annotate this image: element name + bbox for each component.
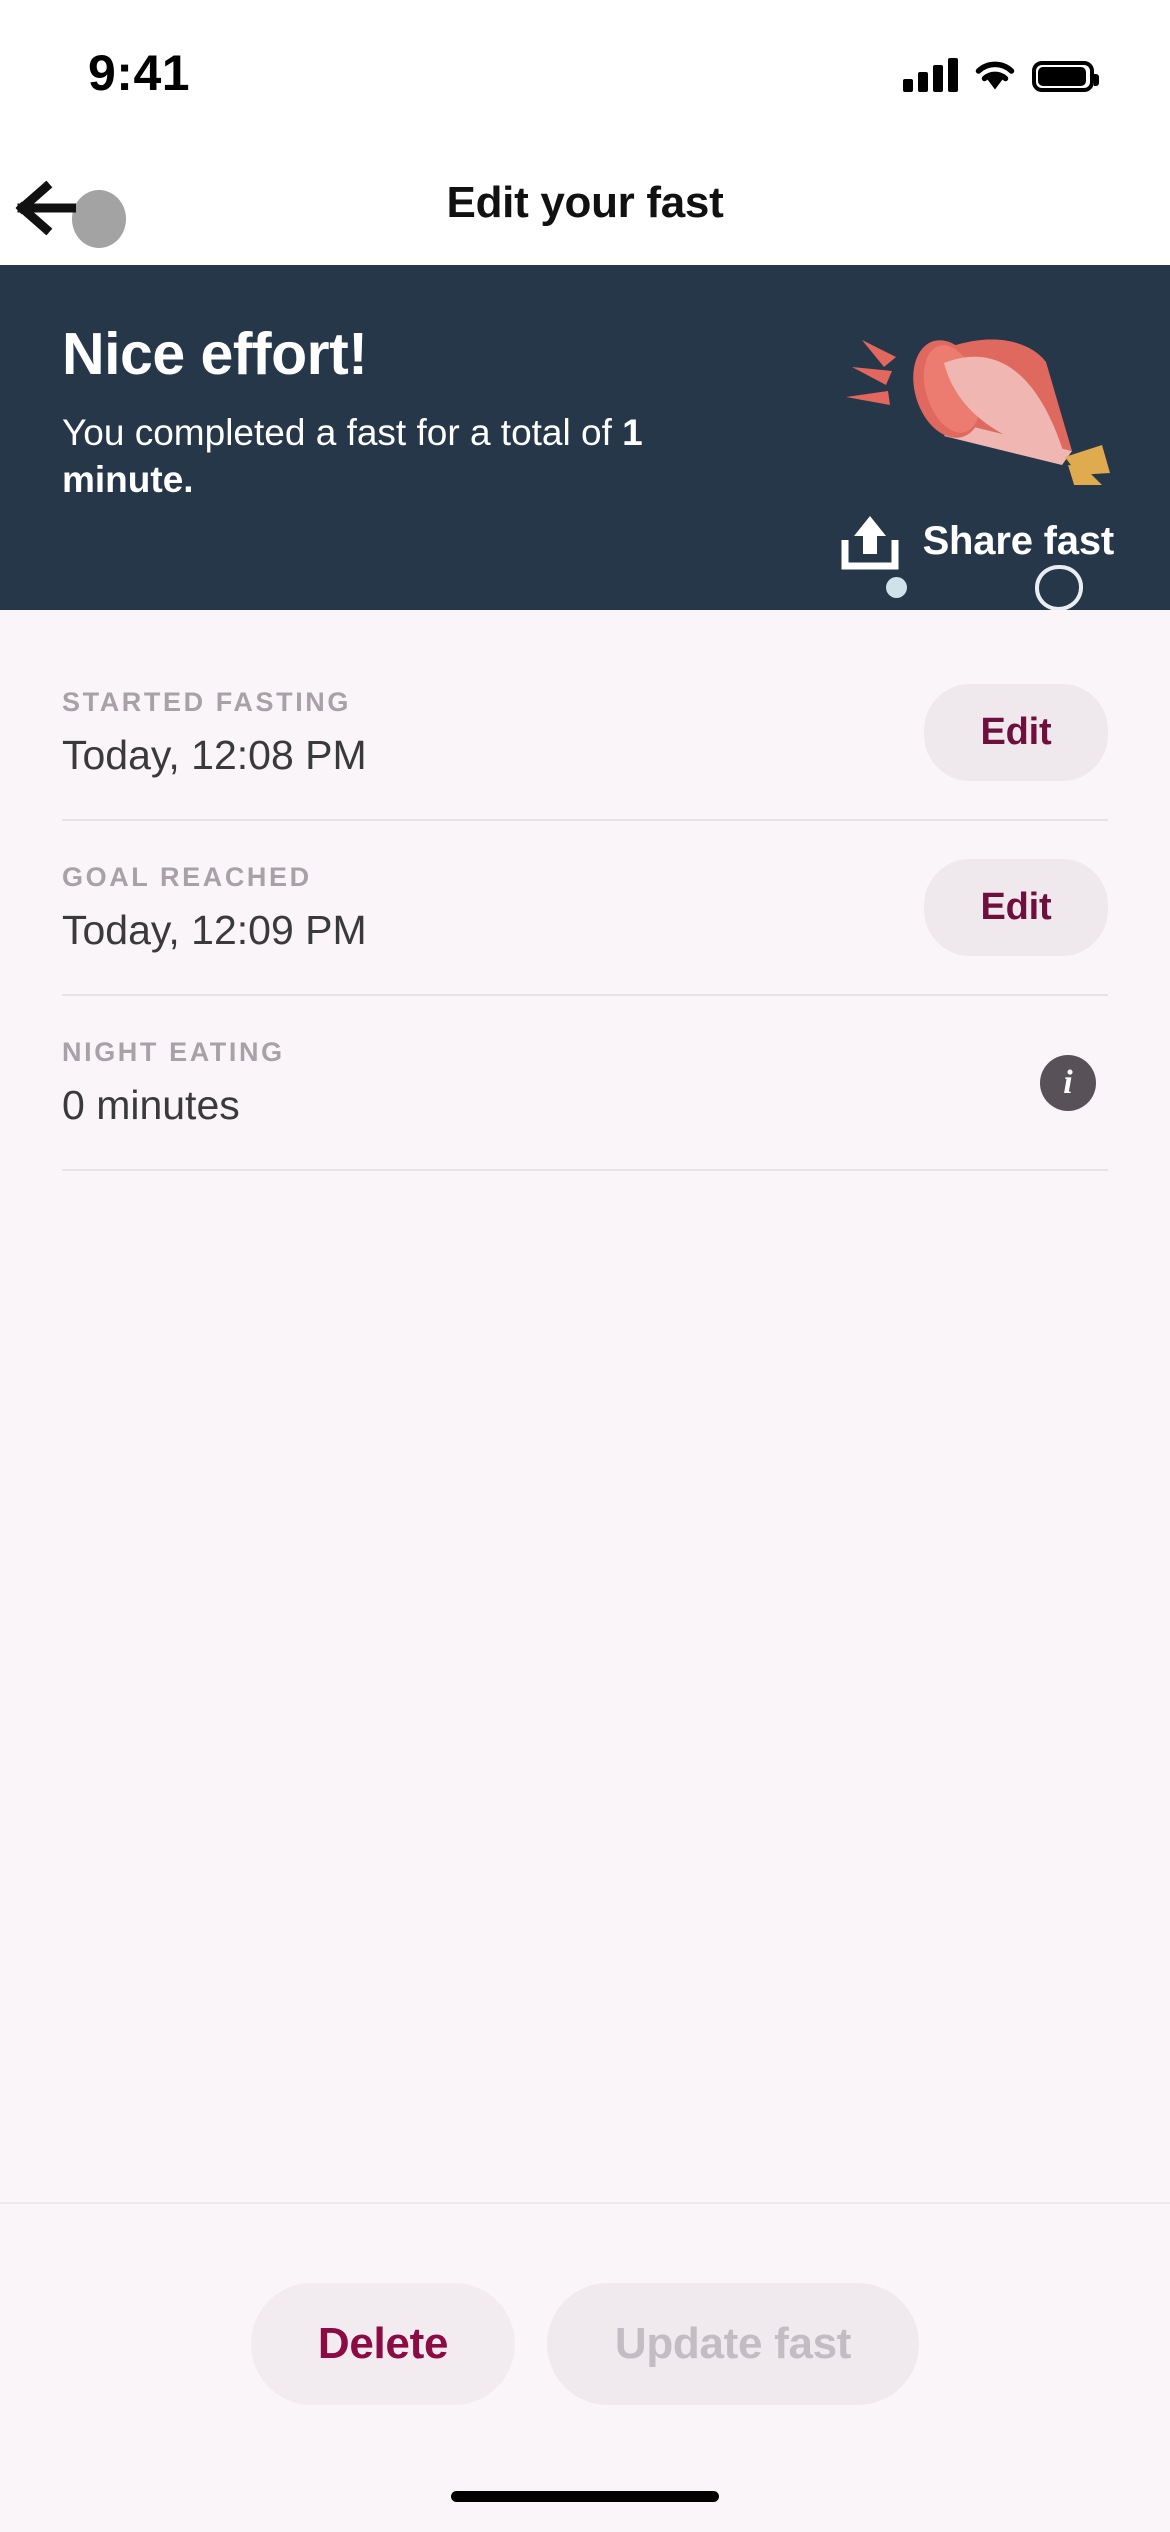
- hero-text-group: Nice effort! You completed a fast for a …: [62, 325, 722, 504]
- share-upload-icon: [841, 516, 899, 570]
- row-label: NIGHT EATING: [62, 1036, 285, 1067]
- wifi-icon: [974, 58, 1016, 92]
- table-row: NIGHT EATING 0 minutes i: [62, 996, 1108, 1171]
- row-value: 0 minutes: [62, 1081, 240, 1128]
- status-icons: [903, 48, 1099, 92]
- share-fast-button[interactable]: Share fast: [839, 510, 1114, 572]
- delete-button[interactable]: Delete: [251, 2283, 515, 2405]
- footer-action-bar: Delete Update fast: [0, 2202, 1170, 2532]
- navigation-bar: Edit your fast: [0, 150, 1170, 265]
- edit-started-fasting-button[interactable]: Edit: [924, 684, 1108, 781]
- info-icon[interactable]: i: [1040, 1054, 1096, 1111]
- table-row: GOAL REACHED Today, 12:09 PM Edit: [62, 821, 1108, 996]
- party-popper-icon: [840, 305, 1130, 491]
- touch-indicator-dot: [72, 190, 126, 248]
- signal-bars-icon: [903, 58, 958, 92]
- back-arrow-icon: [15, 180, 76, 236]
- celebration-banner: Nice effort! You completed a fast for a …: [0, 265, 1170, 610]
- app-root: 9:41 Edit your fast Nice effort! You com…: [0, 0, 1170, 2532]
- hero-title: Nice effort!: [62, 321, 368, 387]
- battery-full-icon: [1032, 61, 1099, 92]
- row-label: GOAL REACHED: [62, 861, 312, 892]
- home-indicator: [451, 2491, 719, 2502]
- details-content: STARTED FASTING Today, 12:08 PM Edit GOA…: [0, 610, 1170, 2202]
- row-label: STARTED FASTING: [62, 686, 352, 717]
- status-time: 9:41: [88, 45, 191, 101]
- row-text-group: NIGHT EATING 0 minutes: [62, 1037, 285, 1129]
- update-fast-button[interactable]: Update fast: [547, 2283, 919, 2405]
- status-bar: 9:41: [0, 0, 1170, 150]
- hero-subtitle-prefix: You completed a fast for a total of: [62, 412, 623, 453]
- row-value: Today, 12:09 PM: [62, 906, 367, 953]
- row-value: Today, 12:08 PM: [62, 731, 367, 778]
- row-text-group: GOAL REACHED Today, 12:09 PM: [62, 862, 367, 954]
- details-list: STARTED FASTING Today, 12:08 PM Edit GOA…: [0, 610, 1170, 1171]
- page-title: Edit your fast: [446, 178, 724, 227]
- confetti-dot: [886, 577, 907, 598]
- edit-goal-reached-button[interactable]: Edit: [924, 859, 1108, 956]
- table-row: STARTED FASTING Today, 12:08 PM Edit: [62, 646, 1108, 821]
- hero-subtitle-suffix: .: [183, 458, 194, 500]
- hero-subtitle: You completed a fast for a total of 1 mi…: [62, 410, 722, 504]
- share-fast-label: Share fast: [922, 518, 1115, 563]
- row-text-group: STARTED FASTING Today, 12:08 PM: [62, 687, 367, 779]
